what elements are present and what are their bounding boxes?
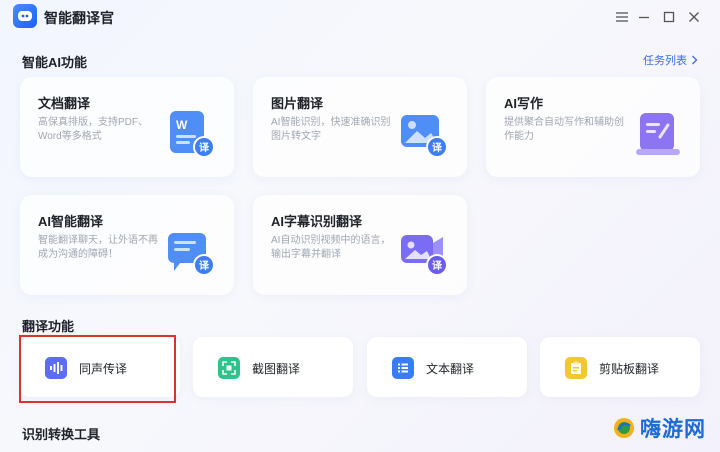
card-ai-writing[interactable]: AI写作 提供聚合自动写作和辅助创作能力 [486, 77, 700, 177]
chevron-right-icon [692, 55, 698, 65]
badge-text: 译 [199, 259, 210, 272]
card-title: AI写作 [504, 96, 544, 111]
clipboard-icon [565, 357, 587, 379]
video-subtitle-icon: 译 [401, 235, 448, 276]
close-button[interactable] [684, 7, 704, 27]
watermark-text: 嗨游网 [640, 418, 706, 441]
ai-writing-icon [636, 113, 680, 155]
card-ai-smart-translate[interactable]: AI智能翻译 智能翻译聊天，让外语不再成为沟通的障碍！ 译 [20, 195, 234, 295]
tools-section-title: 识别转换工具 [22, 427, 101, 442]
maximize-icon [663, 11, 675, 23]
watermark: 嗨游网 [612, 413, 706, 443]
maximize-button[interactable] [659, 7, 679, 27]
card-desc: AI自动识别视频中的语言，输出字幕并翻译 [271, 235, 391, 260]
settings-sliders-icon[interactable] [612, 7, 632, 27]
card-desc: AI智能识别，快速准确识别图片转文字 [271, 117, 391, 142]
badge-text: 译 [432, 259, 443, 272]
minimize-icon [639, 16, 649, 19]
app-title: 智能翻译官 [44, 10, 114, 26]
tile-text-translate[interactable]: 文本翻译 [367, 337, 527, 397]
card-title: 文档翻译 [38, 96, 91, 111]
card-ai-subtitle-translate[interactable]: AI字幕识别翻译 AI自动识别视频中的语言，输出字幕并翻译 译 [253, 195, 467, 295]
screenshot-icon [218, 357, 240, 379]
selection-highlight [19, 335, 176, 403]
badge-text: 译 [432, 141, 443, 154]
haiyou-logo-icon [614, 418, 634, 438]
tile-label: 文本翻译 [426, 362, 475, 376]
translate-section-title: 翻译功能 [22, 319, 75, 334]
card-title: AI字幕识别翻译 [271, 214, 363, 229]
task-list-label: 任务列表 [643, 55, 687, 67]
card-desc: 提供聚合自动写作和辅助创作能力 [504, 117, 624, 142]
card-title: AI智能翻译 [38, 214, 104, 229]
chat-translate-icon: 译 [168, 233, 215, 276]
image-translate-icon: 译 [401, 115, 448, 158]
tile-label: 剪贴板翻译 [599, 362, 660, 376]
card-title: 图片翻译 [271, 96, 324, 111]
svg-text:W: W [176, 118, 188, 132]
text-list-icon [392, 357, 414, 379]
title-bar: 智能翻译官 [0, 0, 720, 34]
ai-section-title: 智能AI功能 [22, 55, 88, 70]
document-translate-icon: W 译 [170, 111, 215, 158]
badge-text: 译 [199, 141, 210, 154]
close-icon [689, 12, 699, 22]
tile-clipboard-translate[interactable]: 剪贴板翻译 [540, 337, 700, 397]
card-desc: 智能翻译聊天，让外语不再成为沟通的障碍！ [38, 235, 158, 260]
tile-label: 截图翻译 [252, 362, 301, 376]
card-image-translate[interactable]: 图片翻译 AI智能识别，快速准确识别图片转文字 译 [253, 77, 467, 177]
minimize-button[interactable] [634, 7, 654, 27]
card-document-translate[interactable]: 文档翻译 高保真排版，支持PDF、Word等多格式 W 译 [20, 77, 234, 177]
card-desc: 高保真排版，支持PDF、Word等多格式 [38, 117, 148, 142]
task-list-link[interactable]: 任务列表 [643, 52, 698, 68]
translator-logo-icon [13, 4, 37, 28]
tile-screenshot-translate[interactable]: 截图翻译 [193, 337, 353, 397]
